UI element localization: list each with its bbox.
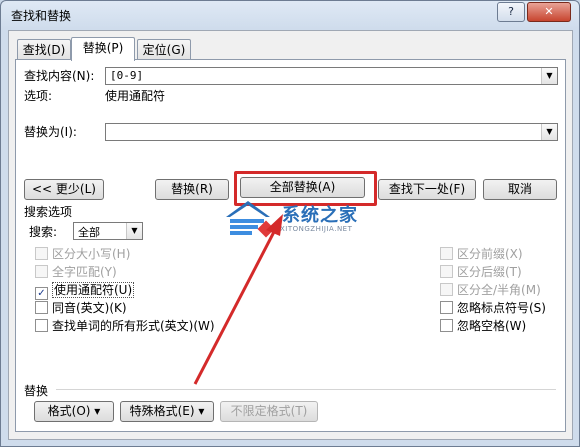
tab-replace[interactable]: 替换(P) [71,37,135,61]
annotation-arrow-icon [193,214,283,385]
